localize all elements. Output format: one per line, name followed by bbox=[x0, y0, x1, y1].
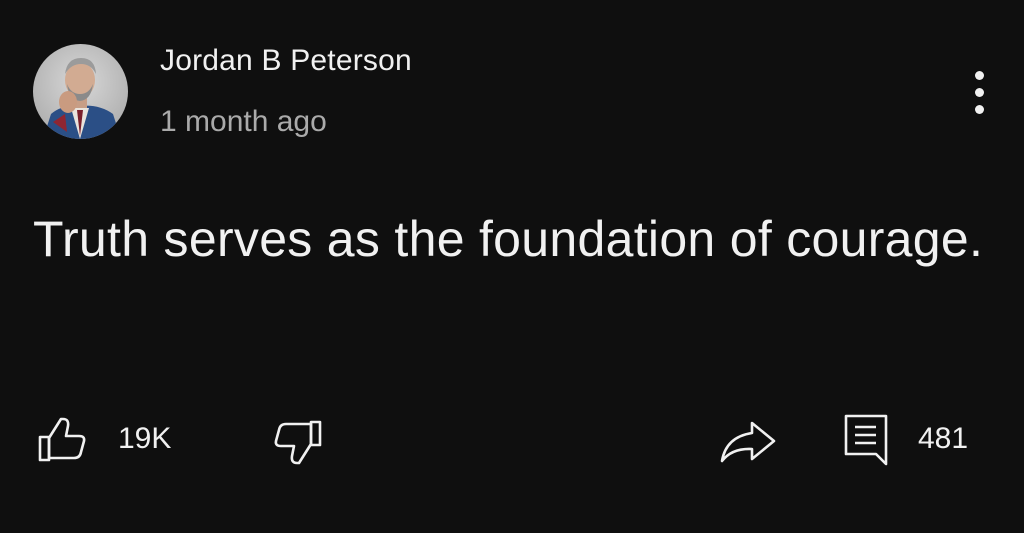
author-name[interactable]: Jordan B Peterson bbox=[160, 44, 412, 78]
community-post: Jordan B Peterson 1 month ago Truth serv… bbox=[0, 0, 1024, 533]
share-button[interactable] bbox=[718, 415, 778, 467]
comment-icon bbox=[844, 414, 888, 466]
menu-dot bbox=[975, 88, 984, 97]
avatar-image bbox=[33, 44, 128, 139]
menu-dot bbox=[975, 105, 984, 114]
thumbs-down-icon bbox=[274, 420, 322, 465]
dislike-button[interactable] bbox=[272, 415, 324, 467]
thumbs-up-icon bbox=[38, 417, 86, 462]
like-count: 19K bbox=[118, 422, 172, 455]
author-avatar[interactable] bbox=[33, 44, 128, 139]
comments-button[interactable] bbox=[842, 412, 890, 468]
post-text: Truth serves as the foundation of courag… bbox=[33, 211, 984, 267]
share-arrow-icon bbox=[720, 421, 776, 463]
post-timestamp: 1 month ago bbox=[160, 105, 327, 138]
comment-count: 481 bbox=[918, 422, 969, 455]
more-vertical-icon[interactable] bbox=[960, 66, 1000, 120]
menu-dot bbox=[975, 71, 984, 80]
like-button[interactable] bbox=[36, 415, 88, 467]
